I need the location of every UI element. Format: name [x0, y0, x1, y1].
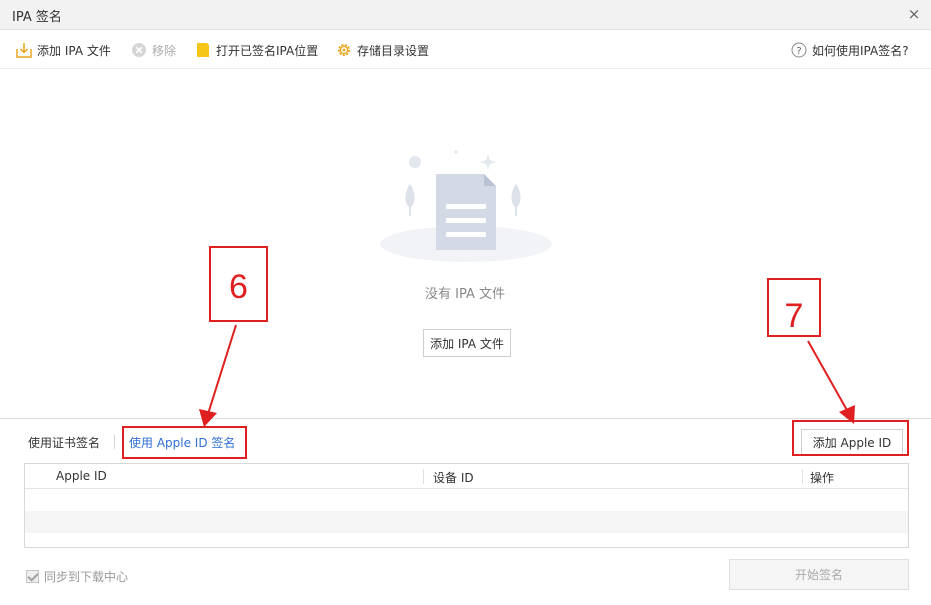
annotation-highlight-apple-id-tab: [122, 426, 247, 459]
remove-icon: [132, 43, 146, 57]
svg-text:?: ?: [796, 46, 801, 57]
close-icon[interactable]: ×: [905, 4, 923, 24]
column-header-apple-id[interactable]: Apple ID: [56, 469, 107, 483]
question-icon: ?: [791, 42, 807, 58]
add-ipa-toolbar-button[interactable]: 添加 IPA 文件: [16, 41, 111, 59]
window-title: IPA 签名: [12, 10, 62, 25]
import-icon: [16, 43, 32, 58]
help-link[interactable]: ? 如何使用IPA签名?: [791, 41, 909, 59]
column-header-device-id[interactable]: 设备 ID: [433, 469, 474, 486]
empty-state-message: 没有 IPA 文件: [425, 287, 505, 302]
column-header-actions[interactable]: 操作: [810, 469, 834, 486]
storage-settings-label: 存储目录设置: [357, 43, 430, 58]
annotation-number-7: 7: [784, 297, 804, 335]
remove-button[interactable]: 移除: [131, 41, 176, 59]
annotation-number-6: 6: [229, 268, 248, 306]
help-label: 如何使用IPA签名?: [812, 43, 909, 58]
column-separator: [423, 469, 424, 484]
gear-icon: [338, 44, 350, 56]
checkbox-checked-icon: [26, 570, 39, 583]
arrow-7-line: [807, 340, 849, 413]
add-ipa-label: 添加 IPA 文件: [37, 43, 111, 58]
empty-document-illustration: [380, 150, 552, 262]
tab-separator: [114, 435, 115, 449]
table-row: [25, 489, 908, 511]
start-sign-button[interactable]: 开始签名: [729, 559, 909, 590]
apple-id-table: Apple ID 设备 ID 操作: [24, 463, 909, 548]
add-ipa-button[interactable]: 添加 IPA 文件: [423, 329, 511, 357]
folder-icon: [197, 43, 209, 57]
title-bar: IPA 签名 ×: [0, 0, 931, 30]
section-divider: [0, 418, 931, 419]
storage-settings-button[interactable]: 存储目录设置: [336, 41, 429, 59]
tab-certificate-sign[interactable]: 使用证书签名: [28, 434, 100, 451]
open-signed-label: 打开已签名IPA位置: [216, 43, 319, 58]
open-signed-location-button[interactable]: 打开已签名IPA位置: [195, 41, 318, 59]
column-separator: [802, 469, 803, 484]
remove-label: 移除: [152, 43, 177, 58]
arrow-6-line: [207, 324, 237, 415]
toolbar: 添加 IPA 文件 移除 打开已签名IPA位置 存储目录设置 ? 如何使用IPA…: [0, 31, 931, 69]
sync-label: 同步到下载中心: [44, 570, 129, 584]
sync-download-center-checkbox[interactable]: 同步到下载中心: [26, 568, 128, 585]
table-header: Apple ID 设备 ID 操作: [25, 464, 908, 489]
table-row: [25, 511, 908, 533]
annotation-highlight-add-apple-id: [792, 420, 909, 456]
